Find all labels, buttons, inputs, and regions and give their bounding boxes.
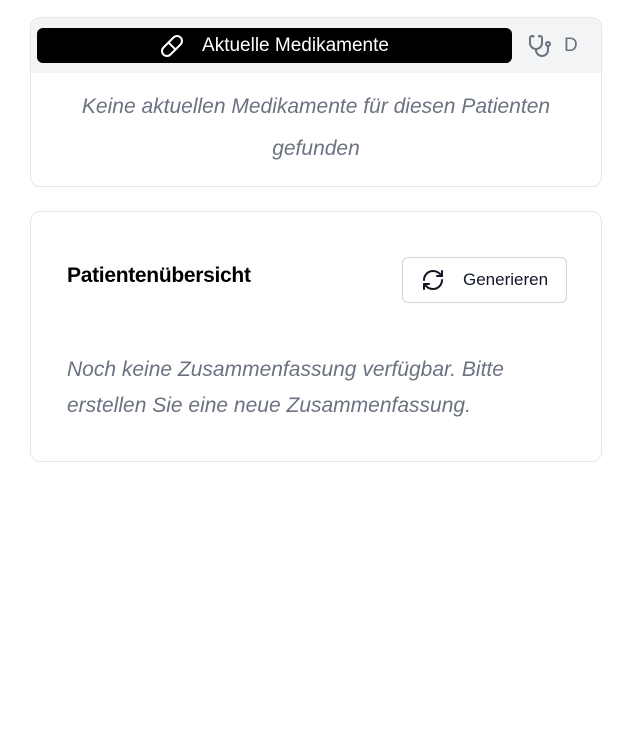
empty-summary-message: Noch keine Zusammenfassung verfügbar. Bi… bbox=[67, 358, 504, 417]
refresh-icon bbox=[421, 268, 445, 292]
tab-current-medications-label: Aktuelle Medikamente bbox=[202, 34, 389, 56]
empty-medications-message: Keine aktuellen Medikamente für diesen P… bbox=[81, 95, 551, 160]
tab-diagnoses-label: D bbox=[564, 34, 578, 56]
generate-button[interactable]: Generieren bbox=[402, 257, 567, 303]
tab-diagnoses[interactable]: D bbox=[528, 28, 578, 63]
patient-summary-card: Patientenübersicht Generieren Noch keine… bbox=[30, 211, 602, 462]
summary-title: Patientenübersicht bbox=[67, 264, 251, 287]
tabs-bar: Aktuelle Medikamente D bbox=[31, 18, 601, 73]
pill-icon bbox=[160, 34, 184, 58]
stethoscope-icon bbox=[528, 34, 552, 58]
generate-button-label: Generieren bbox=[463, 270, 549, 289]
tab-current-medications[interactable]: Aktuelle Medikamente bbox=[37, 28, 512, 63]
medications-card: Aktuelle Medikamente D Keine aktuellen M… bbox=[30, 17, 602, 187]
